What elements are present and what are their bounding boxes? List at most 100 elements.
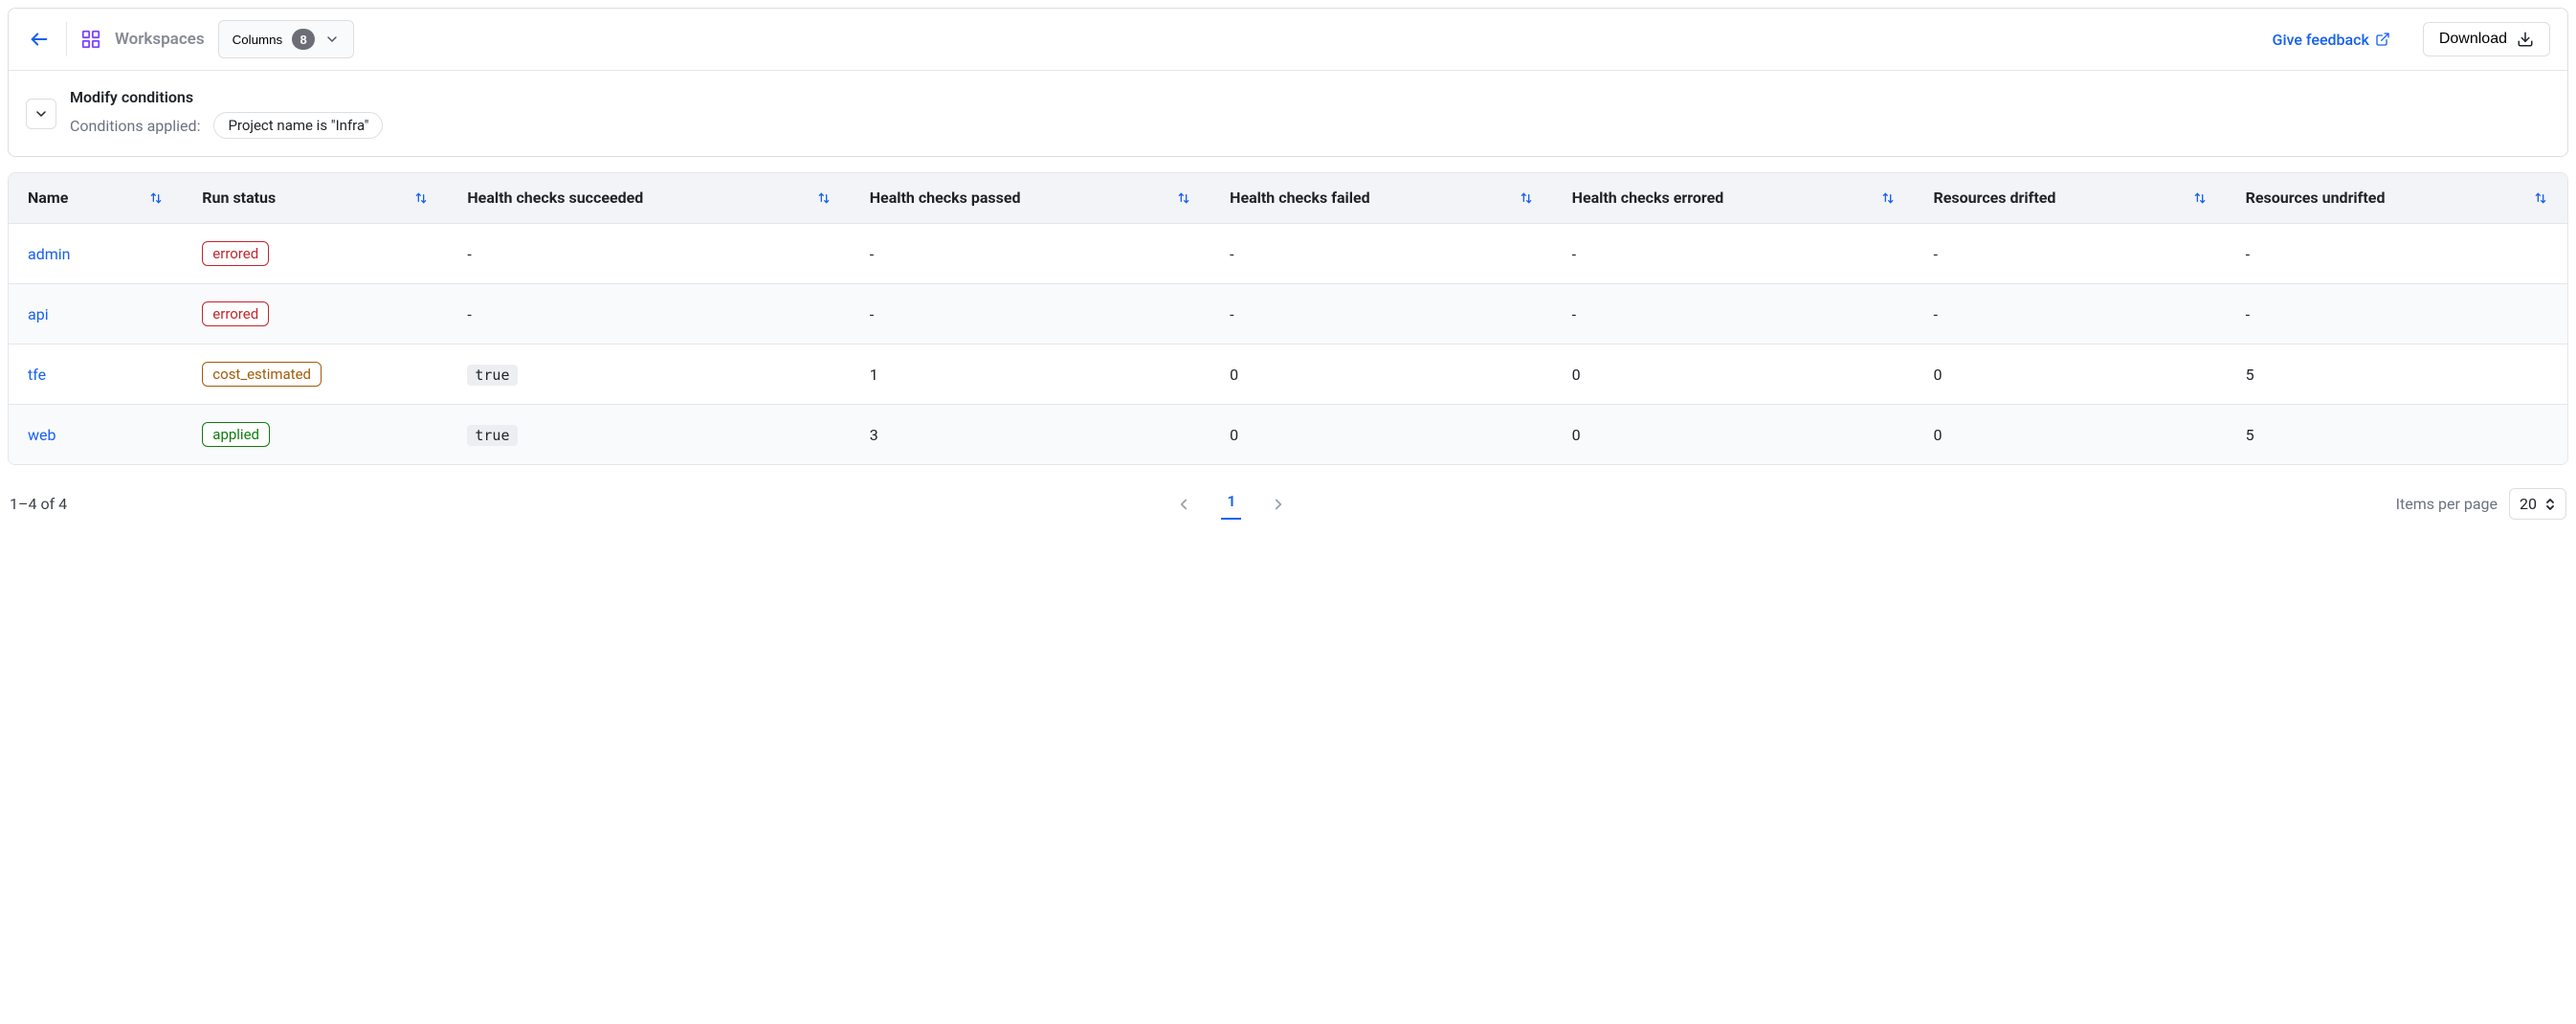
cell-hc-errored: 0 bbox=[1553, 345, 1915, 405]
external-link-icon bbox=[2375, 32, 2390, 47]
sort-icon bbox=[1880, 190, 1896, 206]
header-card: Workspaces Columns 8 Give feedback Downl… bbox=[8, 8, 2568, 157]
cell-hc-passed: 1 bbox=[851, 345, 1210, 405]
current-page[interactable]: 1 bbox=[1221, 488, 1241, 520]
conditions-applied-label: Conditions applied: bbox=[70, 117, 200, 135]
sort-button[interactable] bbox=[1519, 190, 1534, 206]
next-page-button[interactable] bbox=[1264, 495, 1293, 514]
cell-resources-drifted: - bbox=[1915, 224, 2227, 284]
cell-hc-succeeded: true bbox=[448, 405, 850, 465]
column-header-label: Resources undrifted bbox=[2246, 189, 2386, 208]
sort-button[interactable] bbox=[413, 190, 429, 206]
cell-resources-undrifted: - bbox=[2227, 284, 2567, 345]
run-status-badge: cost_estimated bbox=[202, 362, 322, 387]
column-header-label: Resources drifted bbox=[1934, 189, 2056, 208]
expand-conditions-button[interactable] bbox=[26, 99, 56, 129]
result-range: 1–4 of 4 bbox=[10, 495, 67, 513]
run-status-badge: applied bbox=[202, 422, 270, 447]
table-row: apierrored------ bbox=[9, 284, 2567, 345]
bool-chip: true bbox=[467, 365, 517, 386]
cell-hc-failed: 0 bbox=[1210, 405, 1553, 465]
column-header: Resources undrifted bbox=[2227, 173, 2567, 224]
columns-button[interactable]: Columns 8 bbox=[218, 20, 355, 58]
column-header-label: Name bbox=[28, 189, 68, 208]
sort-icon bbox=[816, 190, 832, 206]
cell-hc-errored: 0 bbox=[1553, 405, 1915, 465]
download-icon bbox=[2517, 31, 2534, 48]
column-header-label: Run status bbox=[202, 189, 276, 208]
sort-icon bbox=[2533, 190, 2548, 206]
divider bbox=[66, 22, 67, 56]
cell-hc-passed: 3 bbox=[851, 405, 1210, 465]
items-per-page-value: 20 bbox=[2520, 495, 2537, 513]
sort-button[interactable] bbox=[816, 190, 832, 206]
chevron-left-icon bbox=[1175, 496, 1192, 513]
columns-count-badge: 8 bbox=[292, 29, 315, 50]
sort-button[interactable] bbox=[148, 190, 164, 206]
table-row: adminerrored------ bbox=[9, 224, 2567, 284]
column-header: Run status bbox=[183, 173, 448, 224]
download-button[interactable]: Download bbox=[2423, 22, 2550, 56]
sort-button[interactable] bbox=[1880, 190, 1896, 206]
sort-icon bbox=[2192, 190, 2208, 206]
stepper-icon bbox=[2544, 497, 2556, 512]
arrow-left-icon bbox=[29, 29, 50, 50]
items-per-page-label: Items per page bbox=[2396, 495, 2498, 513]
cell-hc-passed: - bbox=[851, 284, 1210, 345]
header-top: Workspaces Columns 8 Give feedback Downl… bbox=[9, 9, 2567, 70]
sort-icon bbox=[148, 190, 164, 206]
cell-resources-drifted: 0 bbox=[1915, 405, 2227, 465]
cell-hc-failed: - bbox=[1210, 284, 1553, 345]
give-feedback-label: Give feedback bbox=[2273, 31, 2369, 49]
run-status-badge: errored bbox=[202, 301, 269, 326]
sort-button[interactable] bbox=[1176, 190, 1191, 206]
workspaces-label: Workspaces bbox=[115, 30, 205, 49]
sort-button[interactable] bbox=[2533, 190, 2548, 206]
cell-hc-succeeded: true bbox=[448, 345, 850, 405]
items-per-page-select[interactable]: 20 bbox=[2509, 488, 2566, 520]
table-row: webappliedtrue30005 bbox=[9, 405, 2567, 465]
bool-chip: true bbox=[467, 425, 517, 446]
workspaces-icon bbox=[80, 29, 101, 50]
chevron-right-icon bbox=[1270, 496, 1287, 513]
data-table: Name Run status Health checks succeeded Hea… bbox=[8, 172, 2568, 465]
cell-resources-undrifted: - bbox=[2227, 224, 2567, 284]
workspace-name-link[interactable]: tfe bbox=[28, 366, 46, 384]
conditions-title: Modify conditions bbox=[70, 88, 383, 106]
chevron-down-icon bbox=[33, 106, 49, 122]
cell-hc-failed: 0 bbox=[1210, 345, 1553, 405]
cell-hc-errored: - bbox=[1553, 284, 1915, 345]
cell-resources-drifted: 0 bbox=[1915, 345, 2227, 405]
column-header: Health checks succeeded bbox=[448, 173, 850, 224]
run-status-badge: errored bbox=[202, 241, 269, 266]
cell-resources-drifted: - bbox=[1915, 284, 2227, 345]
condition-pill[interactable]: Project name is "Infra" bbox=[213, 112, 383, 139]
back-button[interactable] bbox=[26, 26, 53, 53]
workspace-name-link[interactable]: web bbox=[28, 426, 56, 444]
cell-hc-failed: - bbox=[1210, 224, 1553, 284]
column-header-label: Health checks failed bbox=[1230, 189, 1370, 208]
workspace-name-link[interactable]: admin bbox=[28, 245, 70, 263]
column-header-label: Health checks succeeded bbox=[467, 189, 643, 208]
table-footer: 1–4 of 4 1 Items per page 20 bbox=[8, 465, 2568, 527]
sort-icon bbox=[413, 190, 429, 206]
cell-hc-errored: - bbox=[1553, 224, 1915, 284]
conditions-bar: Modify conditions Conditions applied: Pr… bbox=[9, 70, 2567, 156]
items-per-page: Items per page 20 bbox=[2396, 488, 2566, 520]
cell-resources-undrifted: 5 bbox=[2227, 345, 2567, 405]
cell-hc-succeeded: - bbox=[448, 224, 850, 284]
cell-hc-succeeded: - bbox=[448, 284, 850, 345]
column-header-label: Health checks errored bbox=[1572, 189, 1724, 208]
sort-icon bbox=[1176, 190, 1191, 206]
download-button-label: Download bbox=[2439, 31, 2507, 48]
conditions-text: Modify conditions Conditions applied: Pr… bbox=[70, 88, 383, 139]
column-header: Health checks passed bbox=[851, 173, 1210, 224]
give-feedback-link[interactable]: Give feedback bbox=[2273, 31, 2390, 49]
column-header-label: Health checks passed bbox=[870, 189, 1021, 208]
workspace-name-link[interactable]: api bbox=[28, 305, 49, 323]
sort-button[interactable] bbox=[2192, 190, 2208, 206]
column-header: Health checks failed bbox=[1210, 173, 1553, 224]
cell-hc-passed: - bbox=[851, 224, 1210, 284]
column-header: Resources drifted bbox=[1915, 173, 2227, 224]
prev-page-button[interactable] bbox=[1169, 495, 1198, 514]
